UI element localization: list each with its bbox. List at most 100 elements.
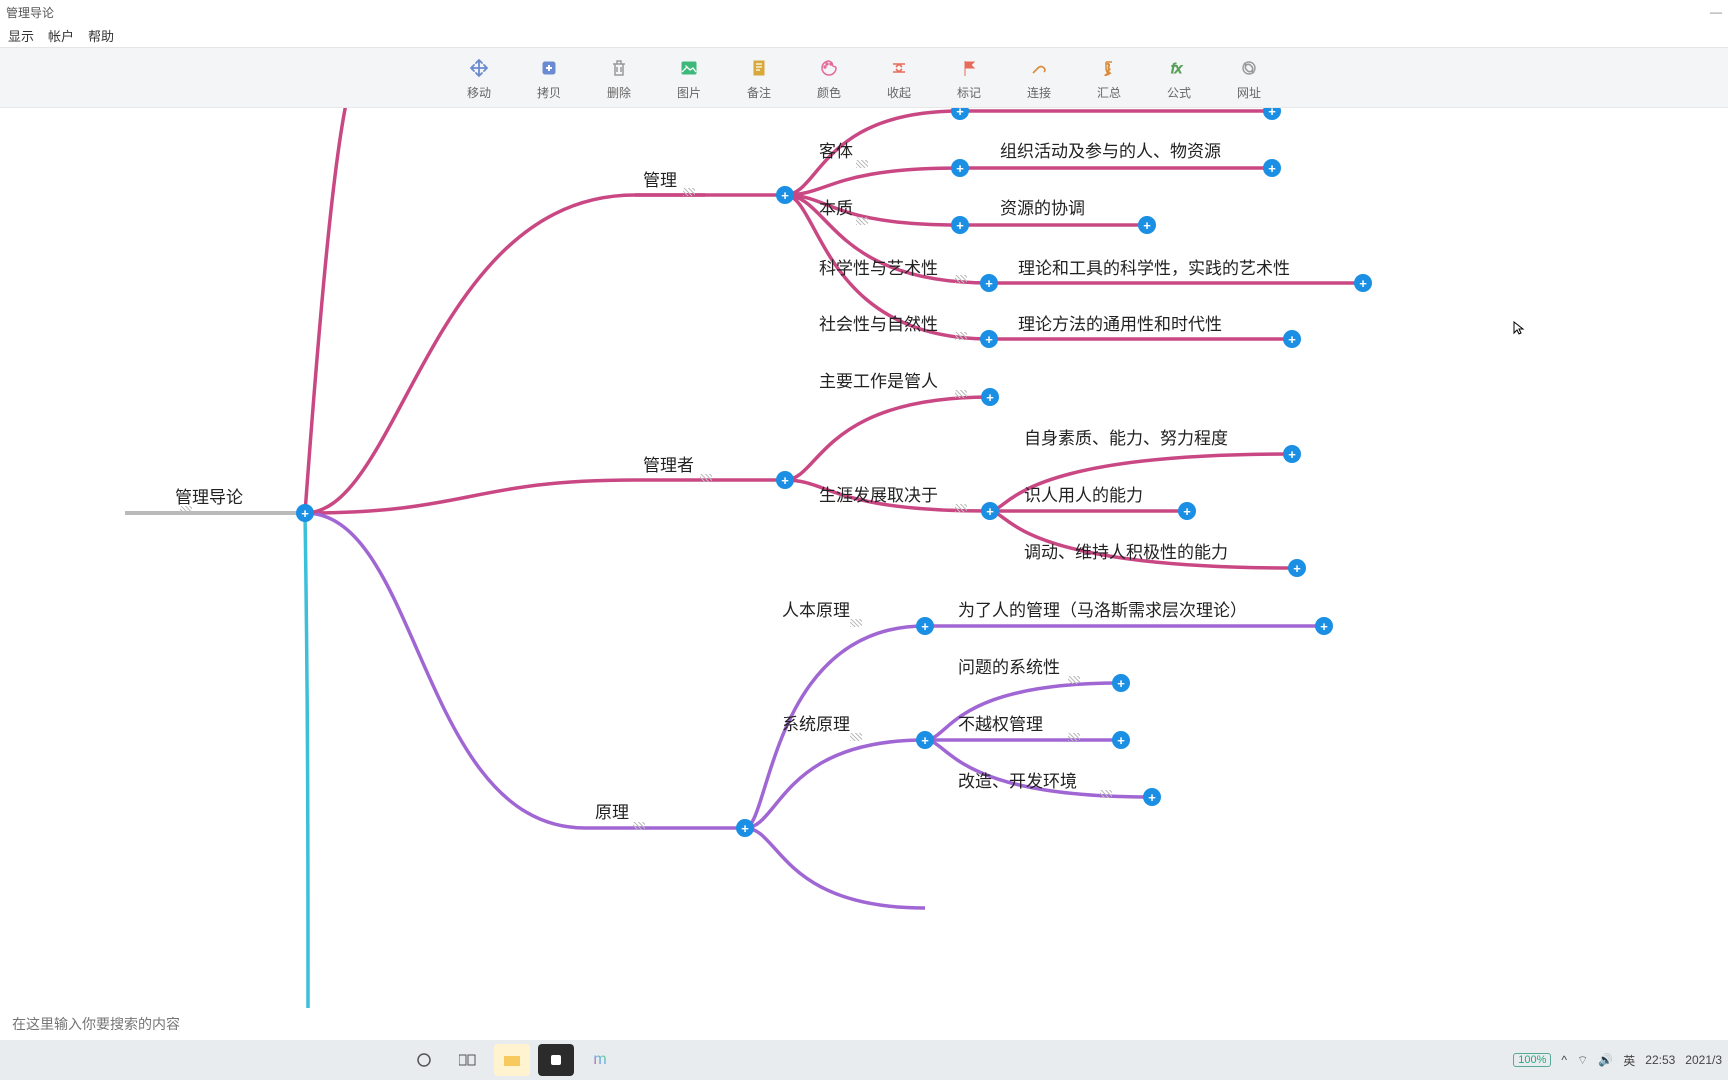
plus-icon[interactable] [980,330,998,348]
search-bar[interactable] [6,1010,386,1038]
handle-icon [856,217,868,225]
toolbar-move-button[interactable]: 移动 [444,50,514,106]
handle-icon [955,332,967,340]
node-benzhi[interactable]: 本质 [819,194,853,219]
handle-icon [1068,676,1080,684]
image-icon [676,55,702,81]
toolbar-flag-button[interactable]: 标记 [934,50,1004,106]
plus-icon[interactable] [1143,788,1161,806]
node-career-3[interactable]: 调动、维持人积极性的能力 [1024,538,1228,563]
plus-icon[interactable] [1263,159,1281,177]
url-icon [1236,55,1262,81]
tray-date: 2021/3 [1685,1053,1722,1067]
plus-icon[interactable] [776,471,794,489]
plus-icon[interactable] [1112,731,1130,749]
node-soc[interactable]: 社会性与自然性 [819,310,938,335]
plus-icon[interactable] [981,502,999,520]
taskview-icon[interactable] [450,1044,486,1076]
handle-icon [955,275,967,283]
toolbar-trash-button[interactable]: 删除 [584,50,654,106]
plus-icon[interactable] [1283,330,1301,348]
toolbar-url-button[interactable]: 网址 [1214,50,1284,106]
node-renben[interactable]: 人本原理 [782,596,850,621]
svg-text:fx: fx [1171,60,1183,76]
menu-account[interactable]: 帐户 [48,26,74,45]
node-career[interactable]: 生涯发展取决于 [819,481,938,506]
node-sci-leaf[interactable]: 理论和工具的科学性，实践的艺术性 [1018,254,1290,279]
minimize-icon[interactable]: — [1710,5,1722,19]
node-career-1[interactable]: 自身素质、能力、努力程度 [1024,424,1228,449]
node-manager[interactable]: 管理者 [643,451,694,476]
plus-icon[interactable] [980,274,998,292]
plus-icon[interactable] [1138,216,1156,234]
plus-icon[interactable] [916,731,934,749]
node-root[interactable]: 管理导论 [175,483,243,508]
handle-icon [700,474,712,482]
node-sys-2[interactable]: 不越权管理 [958,710,1043,735]
sum-icon: } [1096,55,1122,81]
menu-display[interactable]: 显示 [8,26,34,45]
taskbar: m 100% ^ ⌔ 🔊 英 22:53 2021/3 [0,1040,1728,1080]
handle-icon [683,188,695,196]
palette-icon [816,55,842,81]
plus-icon[interactable] [1288,559,1306,577]
node-keti[interactable]: 客体 [819,137,853,162]
volume-icon[interactable]: 🔊 [1598,1053,1613,1067]
svg-text:}: } [1104,61,1111,76]
taskbar-apps: m [406,1044,618,1076]
search-input[interactable] [6,1010,386,1038]
toolbar-fx-button[interactable]: fx公式 [1144,50,1214,106]
node-renben-leaf[interactable]: 为了人的管理（马洛斯需求层次理论） [958,596,1247,621]
toolbar-palette-button[interactable]: 颜色 [794,50,864,106]
mindmap-canvas[interactable]: 管理导论 管理 客体 组织活动及参与的人、物资源 本质 资源的协调 科学性与艺术… [0,108,1728,1040]
node-soc-leaf[interactable]: 理论方法的通用性和时代性 [1018,310,1222,335]
node-principle[interactable]: 原理 [595,798,629,823]
menu-help[interactable]: 帮助 [88,26,114,45]
plus-icon[interactable] [776,186,794,204]
toolbar-link-button[interactable]: 连接 [1004,50,1074,106]
node-keti-leaf[interactable]: 组织活动及参与的人、物资源 [1000,137,1221,162]
node-sys-1[interactable]: 问题的系统性 [958,653,1060,678]
plus-icon[interactable] [916,617,934,635]
ime-indicator[interactable]: 英 [1623,1052,1635,1069]
mindmap-app-icon[interactable]: m [582,1044,618,1076]
plus-icon[interactable] [1354,274,1372,292]
node-manager-main[interactable]: 主要工作是管人 [819,367,938,392]
toolbar-sum-button[interactable]: }汇总 [1074,50,1144,106]
system-tray: 100% ^ ⌔ 🔊 英 22:53 2021/3 [1513,1052,1722,1069]
plus-icon[interactable] [951,216,969,234]
plus-icon[interactable] [981,388,999,406]
start-icon[interactable] [406,1044,442,1076]
chevron-up-icon[interactable]: ^ [1561,1053,1567,1067]
tray-time: 22:53 [1645,1053,1675,1067]
toolbar-image-button[interactable]: 图片 [654,50,724,106]
toolbar-collapse-button[interactable]: 收起 [864,50,934,106]
toolbar-copy-button[interactable]: 拷贝 [514,50,584,106]
toolbar-note-button[interactable]: 备注 [724,50,794,106]
plus-icon[interactable] [1315,617,1333,635]
node-sys-3[interactable]: 改造、开发环境 [958,767,1077,792]
explorer-icon[interactable] [494,1044,530,1076]
plus-icon[interactable] [951,159,969,177]
handle-icon [955,390,967,398]
toolbar: 移动拷贝删除图片备注颜色收起标记连接}汇总fx公式网址 [0,48,1728,108]
window-controls: — [1710,5,1722,19]
wifi-icon[interactable]: ⌔ [1577,1053,1588,1068]
plus-icon[interactable] [736,819,754,837]
fx-icon: fx [1166,55,1192,81]
node-sci[interactable]: 科学性与艺术性 [819,254,938,279]
node-sys[interactable]: 系统原理 [782,710,850,735]
node-benzhi-leaf[interactable]: 资源的协调 [1000,194,1085,219]
zoom-indicator[interactable]: 100% [1513,1053,1551,1067]
plus-icon[interactable] [296,504,314,522]
plus-icon[interactable] [1112,674,1130,692]
move-icon [466,55,492,81]
node-mgmt[interactable]: 管理 [643,166,677,191]
plus-icon[interactable] [1178,502,1196,520]
plus-icon[interactable] [1283,445,1301,463]
node-career-2[interactable]: 识人用人的能力 [1024,481,1143,506]
handle-icon [180,506,192,514]
collapse-icon [886,55,912,81]
trash-icon [606,55,632,81]
app-icon[interactable] [538,1044,574,1076]
